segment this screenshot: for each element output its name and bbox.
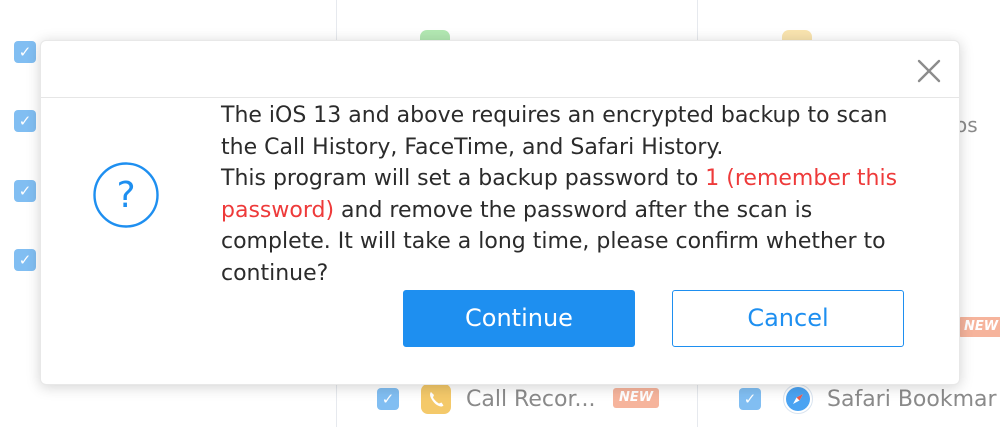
checkbox-checked[interactable]: ✓ — [14, 180, 36, 202]
safari-compass-icon — [783, 384, 813, 414]
dialog-message: The iOS 13 and above requires an encrypt… — [221, 100, 921, 289]
checkbox-checked[interactable]: ✓ — [14, 110, 36, 132]
continue-button[interactable]: Continue — [403, 290, 635, 347]
close-button[interactable] — [915, 57, 943, 85]
close-icon — [917, 59, 941, 83]
message-line-requirement: The iOS 13 and above requires an encrypt… — [221, 103, 888, 160]
checkbox-checked[interactable]: ✓ — [14, 41, 36, 63]
phone-icon — [421, 384, 451, 414]
question-circle-icon: ? — [92, 161, 160, 229]
message-password-info: This program will set a backup password … — [221, 166, 706, 191]
svg-text:?: ? — [116, 175, 135, 216]
checkbox-checked[interactable]: ✓ — [739, 388, 761, 410]
new-badge: NEW — [613, 388, 660, 408]
new-badge: NEW — [958, 317, 1000, 337]
confirm-dialog: ? The iOS 13 and above requires an encry… — [40, 40, 960, 385]
category-label-call-recordings[interactable]: Call Recor... — [466, 387, 595, 412]
dialog-header — [41, 41, 959, 98]
checkbox-checked[interactable]: ✓ — [14, 249, 36, 271]
category-label-safari-bookmarks[interactable]: Safari Bookmar — [827, 387, 997, 412]
checkbox-checked[interactable]: ✓ — [377, 388, 399, 410]
cancel-button[interactable]: Cancel — [672, 290, 904, 347]
